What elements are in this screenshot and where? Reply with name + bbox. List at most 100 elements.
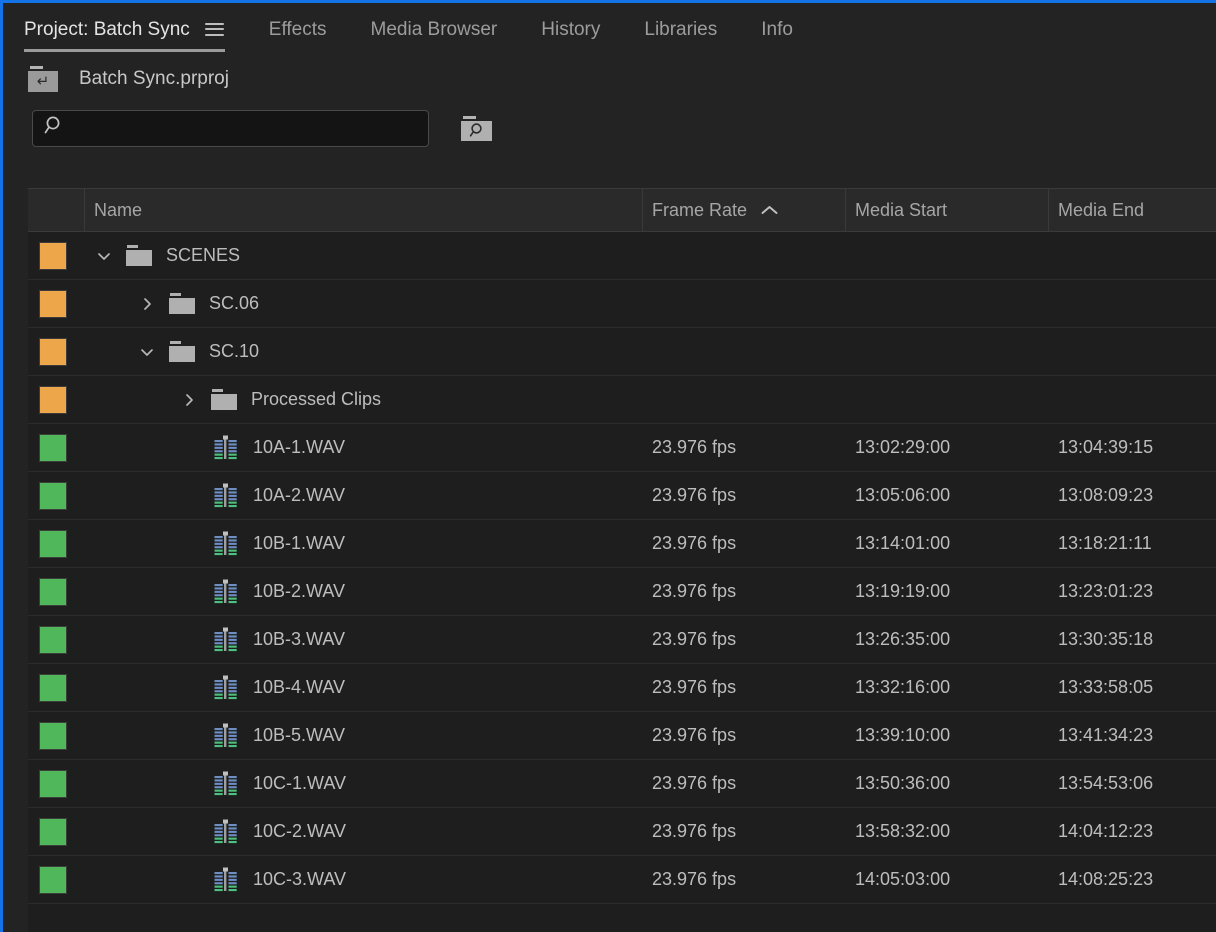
label-color-cell[interactable] — [28, 712, 85, 759]
caret-up-icon[interactable] — [761, 205, 778, 215]
name-cell[interactable]: SC.06 — [85, 280, 643, 327]
navigate-up-folder-icon[interactable]: ↵ — [28, 66, 58, 92]
search-row — [3, 103, 1216, 153]
name-cell[interactable]: 10B-2.WAV — [85, 568, 643, 615]
column-header-row: NameFrame RateMedia StartMedia End — [28, 189, 1216, 232]
label-color-swatch[interactable] — [39, 434, 67, 462]
search-box[interactable] — [32, 110, 429, 147]
frame-rate-cell: 23.976 fps — [643, 712, 846, 759]
folder-body — [169, 298, 195, 314]
frame-rate-cell-value: 23.976 fps — [652, 869, 736, 890]
table-row[interactable]: SC.10 — [28, 328, 1216, 376]
name-cell[interactable]: 10C-1.WAV — [85, 760, 643, 807]
name-cell[interactable]: 10C-3.WAV — [85, 856, 643, 903]
label-color-cell[interactable] — [28, 664, 85, 711]
label-color-swatch[interactable] — [39, 770, 67, 798]
name-cell[interactable]: 10B-1.WAV — [85, 520, 643, 567]
label-color-cell[interactable] — [28, 376, 85, 423]
table-row[interactable]: 10C-2.WAV23.976 fps13:58:32:0014:04:12:2… — [28, 808, 1216, 856]
label-color-swatch[interactable] — [39, 290, 67, 318]
tab-media-browser[interactable]: Media Browser — [371, 14, 498, 44]
frame-rate-cell: 23.976 fps — [643, 472, 846, 519]
media-start-cell: 13:02:29:00 — [846, 424, 1049, 471]
media-end-cell-value: 13:08:09:23 — [1058, 485, 1153, 506]
label-color-swatch[interactable] — [39, 386, 67, 414]
hamburger-bar — [205, 34, 224, 36]
table-row[interactable]: 10C-1.WAV23.976 fps13:50:36:0013:54:53:0… — [28, 760, 1216, 808]
label-color-swatch[interactable] — [39, 818, 67, 846]
name-cell[interactable]: SCENES — [85, 232, 643, 279]
table-row[interactable]: 10A-2.WAV23.976 fps13:05:06:0013:08:09:2… — [28, 472, 1216, 520]
frame-rate-cell: 23.976 fps — [643, 856, 846, 903]
label-color-swatch[interactable] — [39, 866, 67, 894]
label-color-swatch[interactable] — [39, 338, 67, 366]
table-row[interactable]: SC.06 — [28, 280, 1216, 328]
find-in-bin-icon[interactable] — [461, 116, 492, 141]
audio-clip-icon — [211, 530, 239, 558]
label-color-cell[interactable] — [28, 472, 85, 519]
chevron-down-icon[interactable] — [94, 246, 114, 266]
label-color-cell[interactable] — [28, 808, 85, 855]
label-color-swatch[interactable] — [39, 482, 67, 510]
item-name: SCENES — [166, 245, 240, 266]
tab-project-batch-sync[interactable]: Project: Batch Sync — [24, 14, 225, 44]
label-color-swatch[interactable] — [39, 626, 67, 654]
label-color-swatch[interactable] — [39, 578, 67, 606]
name-cell[interactable]: SC.10 — [85, 328, 643, 375]
name-cell[interactable]: Processed Clips — [85, 376, 643, 423]
table-row[interactable]: 10B-5.WAV23.976 fps13:39:10:0013:41:34:2… — [28, 712, 1216, 760]
column-header-media-start[interactable]: Media Start — [846, 189, 1049, 231]
tab-libraries[interactable]: Libraries — [644, 14, 717, 44]
label-color-cell[interactable] — [28, 424, 85, 471]
search-input[interactable] — [65, 119, 428, 137]
item-name: 10A-2.WAV — [253, 485, 345, 506]
folder-icon — [169, 341, 195, 362]
label-color-cell[interactable] — [28, 328, 85, 375]
name-cell[interactable]: 10A-2.WAV — [85, 472, 643, 519]
table-row[interactable]: 10B-2.WAV23.976 fps13:19:19:0013:23:01:2… — [28, 568, 1216, 616]
column-header-swatch[interactable] — [28, 189, 85, 231]
folder-tab — [127, 245, 138, 248]
table-row[interactable]: 10B-1.WAV23.976 fps13:14:01:0013:18:21:1… — [28, 520, 1216, 568]
label-color-swatch[interactable] — [39, 242, 67, 270]
audio-clip-icon — [211, 770, 239, 798]
label-color-cell[interactable] — [28, 280, 85, 327]
tab-effects[interactable]: Effects — [269, 14, 327, 44]
media-start-cell: 13:50:36:00 — [846, 760, 1049, 807]
label-color-cell[interactable] — [28, 616, 85, 663]
table-row[interactable]: 10B-4.WAV23.976 fps13:32:16:0013:33:58:0… — [28, 664, 1216, 712]
label-color-swatch[interactable] — [39, 722, 67, 750]
table-row[interactable]: 10A-1.WAV23.976 fps13:02:29:0013:04:39:1… — [28, 424, 1216, 472]
name-cell[interactable]: 10B-3.WAV — [85, 616, 643, 663]
label-color-swatch[interactable] — [39, 530, 67, 558]
frame-rate-cell — [643, 232, 846, 279]
label-color-swatch[interactable] — [39, 674, 67, 702]
chevron-down-icon[interactable] — [137, 342, 157, 362]
name-cell[interactable]: 10B-5.WAV — [85, 712, 643, 759]
table-row[interactable]: 10B-3.WAV23.976 fps13:26:35:0013:30:35:1… — [28, 616, 1216, 664]
chevron-right-icon[interactable] — [137, 294, 157, 314]
hamburger-icon[interactable] — [205, 23, 224, 36]
table-row[interactable]: Processed Clips — [28, 376, 1216, 424]
label-color-cell[interactable] — [28, 232, 85, 279]
column-header-name[interactable]: Name — [85, 189, 643, 231]
media-end-cell — [1049, 376, 1216, 423]
frame-rate-cell-value: 23.976 fps — [652, 485, 736, 506]
label-color-cell[interactable] — [28, 760, 85, 807]
column-header-media-end[interactable]: Media End — [1049, 189, 1216, 231]
table-row[interactable]: 10C-3.WAV23.976 fps14:05:03:0014:08:25:2… — [28, 856, 1216, 904]
label-color-cell[interactable] — [28, 568, 85, 615]
tab-info[interactable]: Info — [761, 14, 793, 44]
label-color-cell[interactable] — [28, 856, 85, 903]
tab-history[interactable]: History — [541, 14, 600, 44]
media-start-cell: 14:05:03:00 — [846, 856, 1049, 903]
name-cell[interactable]: 10A-1.WAV — [85, 424, 643, 471]
name-cell[interactable]: 10B-4.WAV — [85, 664, 643, 711]
bin-rows: SCENES SC.06SC.10Processed Clips10A-1.WAV… — [28, 232, 1216, 904]
column-header-fps[interactable]: Frame Rate — [643, 189, 846, 231]
frame-rate-cell — [643, 376, 846, 423]
label-color-cell[interactable] — [28, 520, 85, 567]
chevron-right-icon[interactable] — [179, 390, 199, 410]
name-cell[interactable]: 10C-2.WAV — [85, 808, 643, 855]
table-row[interactable]: SCENES — [28, 232, 1216, 280]
